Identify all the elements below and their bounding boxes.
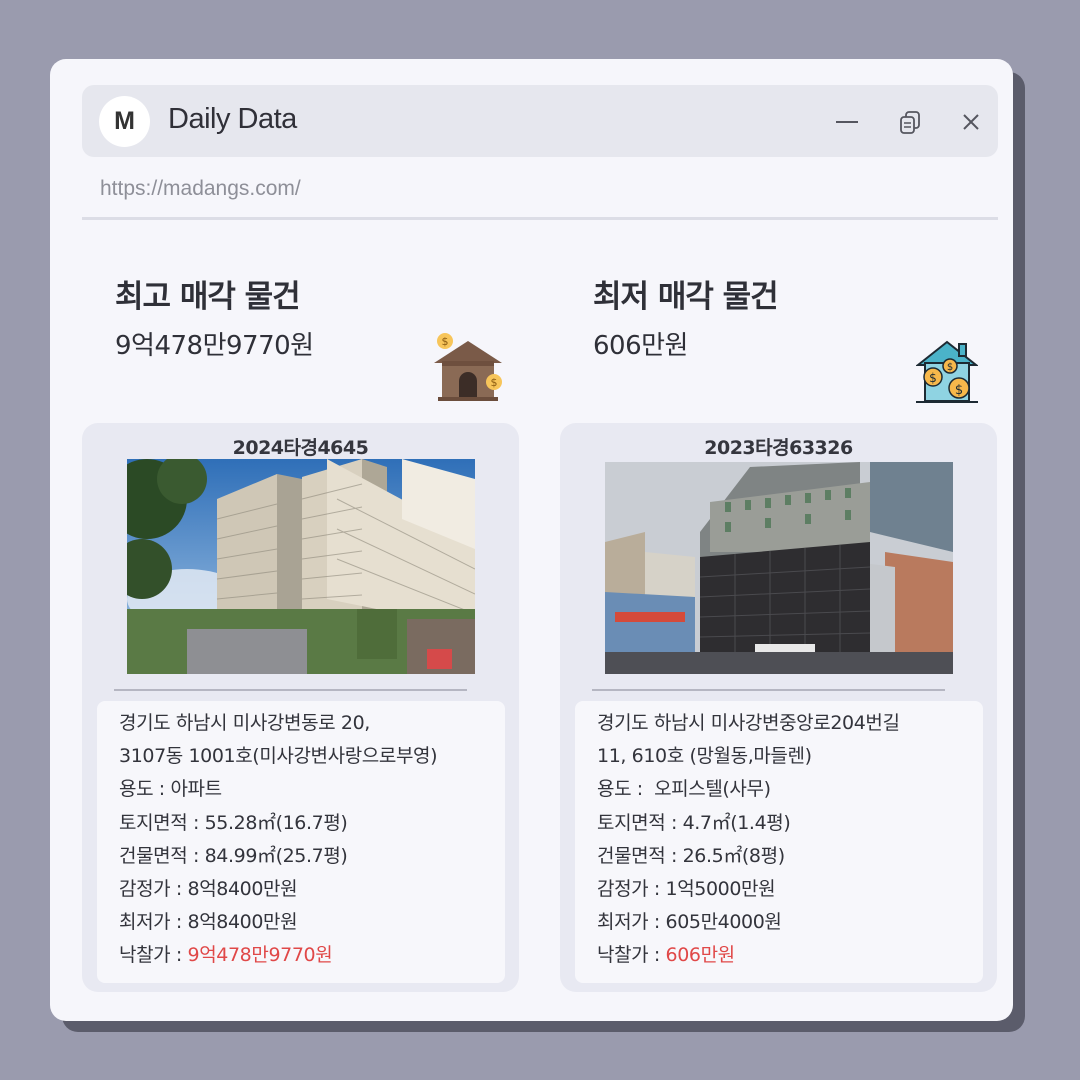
lowest-heading: 최저 매각 물건 (593, 279, 779, 315)
highest-heading: 최고 매각 물건 (115, 279, 301, 315)
winning-bid-value: 9억478만9770원 (187, 944, 333, 967)
svg-text:$: $ (929, 371, 937, 385)
svg-text:$: $ (442, 335, 449, 348)
address-line: 11, 610호 (망월동,마들렌) (597, 745, 812, 768)
appraisal-value: 8억8400만원 (187, 878, 298, 901)
building-area-row: 건물면적 : 26.5㎡(8평) (597, 840, 983, 873)
svg-text:$: $ (491, 376, 498, 389)
lowest-price: 606만원 (593, 331, 688, 361)
header-divider (82, 217, 998, 220)
appraisal-value: 1억5000만원 (665, 878, 776, 901)
minimum-price-row: 최저가 : 605만4000원 (597, 906, 983, 939)
building-area-value: 26.5㎡(8평) (682, 844, 786, 867)
winning-bid-label: 낙찰가 : (597, 944, 666, 967)
card-divider (114, 689, 467, 691)
copy-button[interactable] (896, 107, 926, 137)
house-coin-icon: $ $ (434, 333, 502, 401)
card-divider (592, 689, 945, 691)
copy-icon (900, 111, 920, 134)
close-icon (963, 114, 979, 130)
property-photo (127, 459, 475, 674)
case-number: 2023타경63326 (704, 437, 853, 459)
case-number: 2024타경4645 (232, 437, 369, 459)
usage-value: 아파트 (170, 778, 222, 801)
close-button[interactable] (956, 107, 986, 137)
usage-row: 용도 : 아파트 (119, 773, 505, 806)
winning-bid-value: 606만원 (665, 944, 736, 967)
app-title: Daily Data (168, 103, 297, 135)
land-area-label: 토지면적 : (119, 811, 205, 834)
land-area-row: 토지면적 : 55.28㎡(16.7평) (119, 807, 505, 840)
minimize-button[interactable] (832, 107, 862, 137)
appraisal-row: 감정가 : 1억5000만원 (597, 873, 983, 906)
appraisal-row: 감정가 : 8억8400만원 (119, 873, 505, 906)
address-line: 경기도 하남시 미사강변중앙로204번길 (597, 712, 900, 734)
land-area-value: 4.7㎡(1.4평) (682, 811, 791, 834)
url-bar[interactable]: https://madangs.com/ (100, 177, 301, 201)
usage-row: 용도 : 오피스텔(사무) (597, 773, 983, 806)
minimum-price-value: 8억8400만원 (187, 911, 298, 934)
minimum-price-row: 최저가 : 8억8400만원 (119, 906, 505, 939)
usage-value: 오피스텔(사무) (654, 778, 771, 801)
building-area-label: 건물면적 : (597, 844, 683, 867)
svg-text:$: $ (955, 383, 963, 398)
building-area-value: 84.99㎡(25.7평) (204, 844, 348, 867)
building-area-label: 건물면적 : (119, 844, 205, 867)
appraisal-label: 감정가 : (597, 878, 666, 901)
land-area-label: 토지면적 : (597, 811, 683, 834)
appraisal-label: 감정가 : (119, 878, 188, 901)
land-area-value: 55.28㎡(16.7평) (204, 811, 348, 834)
property-photo (605, 462, 953, 674)
land-area-row: 토지면적 : 4.7㎡(1.4평) (597, 807, 983, 840)
winning-bid-row: 낙찰가 : 9억478만9770원 (119, 939, 505, 972)
house-money-icon: $ $ $ (916, 340, 978, 403)
property-details: 경기도 하남시 미사강변중앙로204번길 11, 610호 (망월동,마들렌) … (575, 701, 983, 983)
minimum-price-label: 최저가 : (119, 911, 188, 934)
lowest-property-card[interactable]: 2023타경63326 경기도 하남시 미사강변중앙로204번길 11, 610… (560, 423, 997, 992)
address-line: 경기도 하남시 미사강변동로 20, (119, 712, 370, 734)
minimum-price-label: 최저가 : (597, 911, 666, 934)
usage-label: 용도 : (597, 778, 655, 801)
address-line: 3107동 1001호(미사강변사랑으로부영) (119, 745, 438, 768)
minimize-icon (836, 121, 858, 123)
highest-property-card[interactable]: 2024타경4645 경기도 하남시 미사강변동로 20, 3107동 1001… (82, 423, 519, 992)
highest-price: 9억478만9770원 (115, 331, 314, 361)
app-logo: M (99, 96, 150, 147)
winning-bid-row: 낙찰가 : 606만원 (597, 939, 983, 972)
title-bar: M Daily Data (82, 85, 998, 157)
property-details: 경기도 하남시 미사강변동로 20, 3107동 1001호(미사강변사랑으로부… (97, 701, 505, 983)
winning-bid-label: 낙찰가 : (119, 944, 188, 967)
svg-text:$: $ (947, 362, 953, 373)
usage-label: 용도 : (119, 778, 171, 801)
app-window: M Daily Data https://madangs.com/ 최고 매각 … (50, 59, 1013, 1021)
building-area-row: 건물면적 : 84.99㎡(25.7평) (119, 840, 505, 873)
minimum-price-value: 605만4000원 (665, 911, 782, 934)
